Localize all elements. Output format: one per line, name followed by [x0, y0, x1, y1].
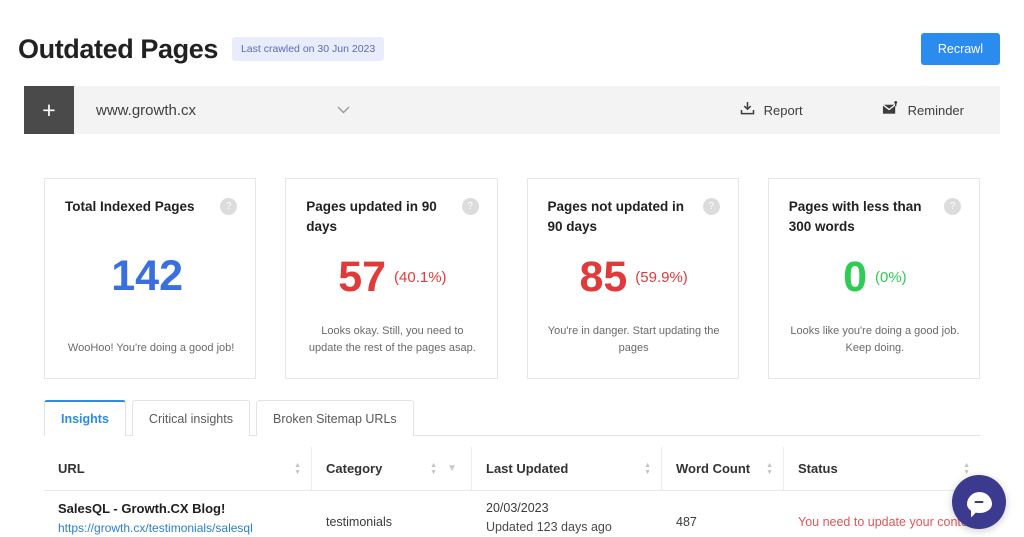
card-header: Total Indexed Pages ?	[65, 197, 238, 217]
tab-critical-insights[interactable]: Critical insights	[131, 400, 250, 436]
card-value: 142	[111, 251, 183, 300]
cell-url: SalesQL - Growth.CX Blog! https://growth…	[44, 501, 312, 535]
insights-table: URL ▲ ▼ Category ▲ ▼ ▼ Last Updated ▲ ▼ Wor…	[44, 447, 980, 535]
card-title: Pages updated in 90 days	[306, 199, 437, 234]
stat-card-pages-not-updated-90-days: Pages not updated in 90 days ? 85 (59.9%…	[526, 178, 739, 379]
page-root: Outdated Pages Last crawled on 30 Jun 20…	[0, 0, 1024, 537]
cell-status: You need to update your content	[784, 501, 980, 529]
column-header-status: Status ▲ ▼	[784, 447, 980, 490]
card-value-row: 142	[65, 217, 237, 340]
sort-toggle-last-updated[interactable]: ▲ ▼	[644, 462, 661, 476]
card-percent: (40.1%)	[394, 269, 447, 287]
column-header-last-updated: Last Updated ▲ ▼	[472, 447, 662, 490]
stat-card-total-indexed-pages: Total Indexed Pages ? 142 WooHoo! You're…	[44, 178, 257, 379]
last-crawled-badge: Last crawled on 30 Jun 2023	[231, 37, 385, 61]
card-note: WooHoo! You're doing a good job!	[67, 341, 235, 354]
add-site-button[interactable]: +	[24, 86, 74, 134]
card-value: 85	[579, 253, 628, 302]
row-page-title: SalesQL - Growth.CX Blog!	[58, 501, 226, 516]
report-action[interactable]: Report	[728, 86, 815, 134]
table-row: SalesQL - Growth.CX Blog! https://growth…	[44, 491, 980, 535]
card-percent: (59.9%)	[635, 269, 688, 287]
row-date: 20/03/2023	[486, 501, 549, 515]
column-header-category: Category ▲ ▼ ▼	[312, 447, 472, 490]
filter-funnel-icon[interactable]: ▼	[447, 463, 471, 474]
card-header: Pages updated in 90 days ?	[306, 197, 479, 236]
help-icon[interactable]: ?	[944, 198, 961, 215]
status-badge: You need to update your content	[798, 515, 979, 529]
domain-selector[interactable]: www.growth.cx	[74, 86, 374, 134]
sort-toggle-word-count[interactable]: ▲ ▼	[766, 462, 783, 476]
card-title: Pages with less than 300 words	[788, 199, 922, 234]
card-header: Pages with less than 300 words ?	[789, 197, 961, 236]
recrawl-button[interactable]: Recrawl	[920, 33, 1000, 65]
card-note: Looks okay. Still, you need to update th…	[308, 325, 476, 354]
reminder-action[interactable]: Reminder	[870, 86, 976, 134]
column-label: Category	[326, 461, 383, 476]
card-header: Pages not updated in 90 days ?	[548, 197, 720, 236]
card-value-row: 57 (40.1%)	[306, 236, 478, 323]
tab-broken-sitemap-urls[interactable]: Broken Sitemap URLs	[255, 400, 414, 436]
column-header-url: URL ▲ ▼	[44, 447, 312, 490]
column-header-word-count: Word Count ▲ ▼	[662, 447, 784, 490]
site-toolbar: + www.growth.cx Report Reminder	[24, 86, 1000, 134]
card-value: 0	[843, 253, 867, 302]
chat-widget-button[interactable]	[952, 475, 1006, 529]
card-value: 57	[338, 253, 387, 302]
card-value-row: 85 (59.9%)	[548, 236, 720, 323]
card-title: Total Indexed Pages	[65, 199, 195, 214]
domain-name-label: www.growth.cx	[96, 101, 197, 119]
stat-card-pages-less-than-300-words: Pages with less than 300 words ? 0 (0%) …	[767, 178, 980, 379]
sort-toggle-category[interactable]: ▲ ▼	[430, 462, 447, 476]
card-value-row: 0 (0%)	[789, 236, 961, 323]
column-label: Word Count	[676, 461, 751, 476]
cell-category: testimonials	[326, 515, 392, 529]
sort-toggle-status[interactable]: ▲ ▼	[963, 462, 980, 476]
chat-bubble-icon	[966, 491, 992, 513]
help-icon[interactable]: ?	[461, 198, 479, 215]
chevron-down-icon	[337, 101, 350, 119]
row-days-ago: Updated 123 days ago	[486, 520, 612, 534]
card-percent: (0%)	[875, 269, 907, 287]
stat-card-pages-updated-90-days: Pages updated in 90 days ? 57 (40.1%) Lo…	[285, 178, 498, 379]
column-label: Status	[798, 461, 838, 476]
page-header: Outdated Pages Last crawled on 30 Jun 20…	[0, 0, 1024, 72]
cell-word-count: 487	[676, 515, 697, 529]
reminder-label: Reminder	[907, 102, 964, 118]
stat-cards: Total Indexed Pages ? 142 WooHoo! You're…	[44, 178, 980, 379]
row-page-link[interactable]: https://growth.cx/testimonials/salesql	[58, 521, 312, 535]
help-icon[interactable]: ?	[220, 198, 238, 215]
table-header-row: URL ▲ ▼ Category ▲ ▼ ▼ Last Updated ▲ ▼ Wor…	[44, 447, 980, 491]
insights-tabs: Insights Critical insights Broken Sitema…	[44, 399, 980, 436]
card-title: Pages not updated in 90 days	[547, 199, 685, 234]
download-icon	[740, 101, 755, 119]
column-label: Last Updated	[486, 461, 569, 476]
report-label: Report	[763, 102, 803, 118]
card-note: Looks like you're doing a good job. Keep…	[790, 325, 960, 354]
tab-insights[interactable]: Insights	[44, 400, 126, 436]
mail-reminder-icon	[882, 100, 899, 119]
sort-toggle-url[interactable]: ▲ ▼	[294, 462, 311, 476]
page-title: Outdated Pages	[18, 33, 218, 64]
help-icon[interactable]: ?	[702, 198, 720, 215]
card-note: You're in danger. Start updating the pag…	[547, 325, 720, 354]
cell-last-updated: 20/03/2023 Updated 123 days ago	[472, 501, 662, 534]
column-label: URL	[58, 461, 85, 476]
